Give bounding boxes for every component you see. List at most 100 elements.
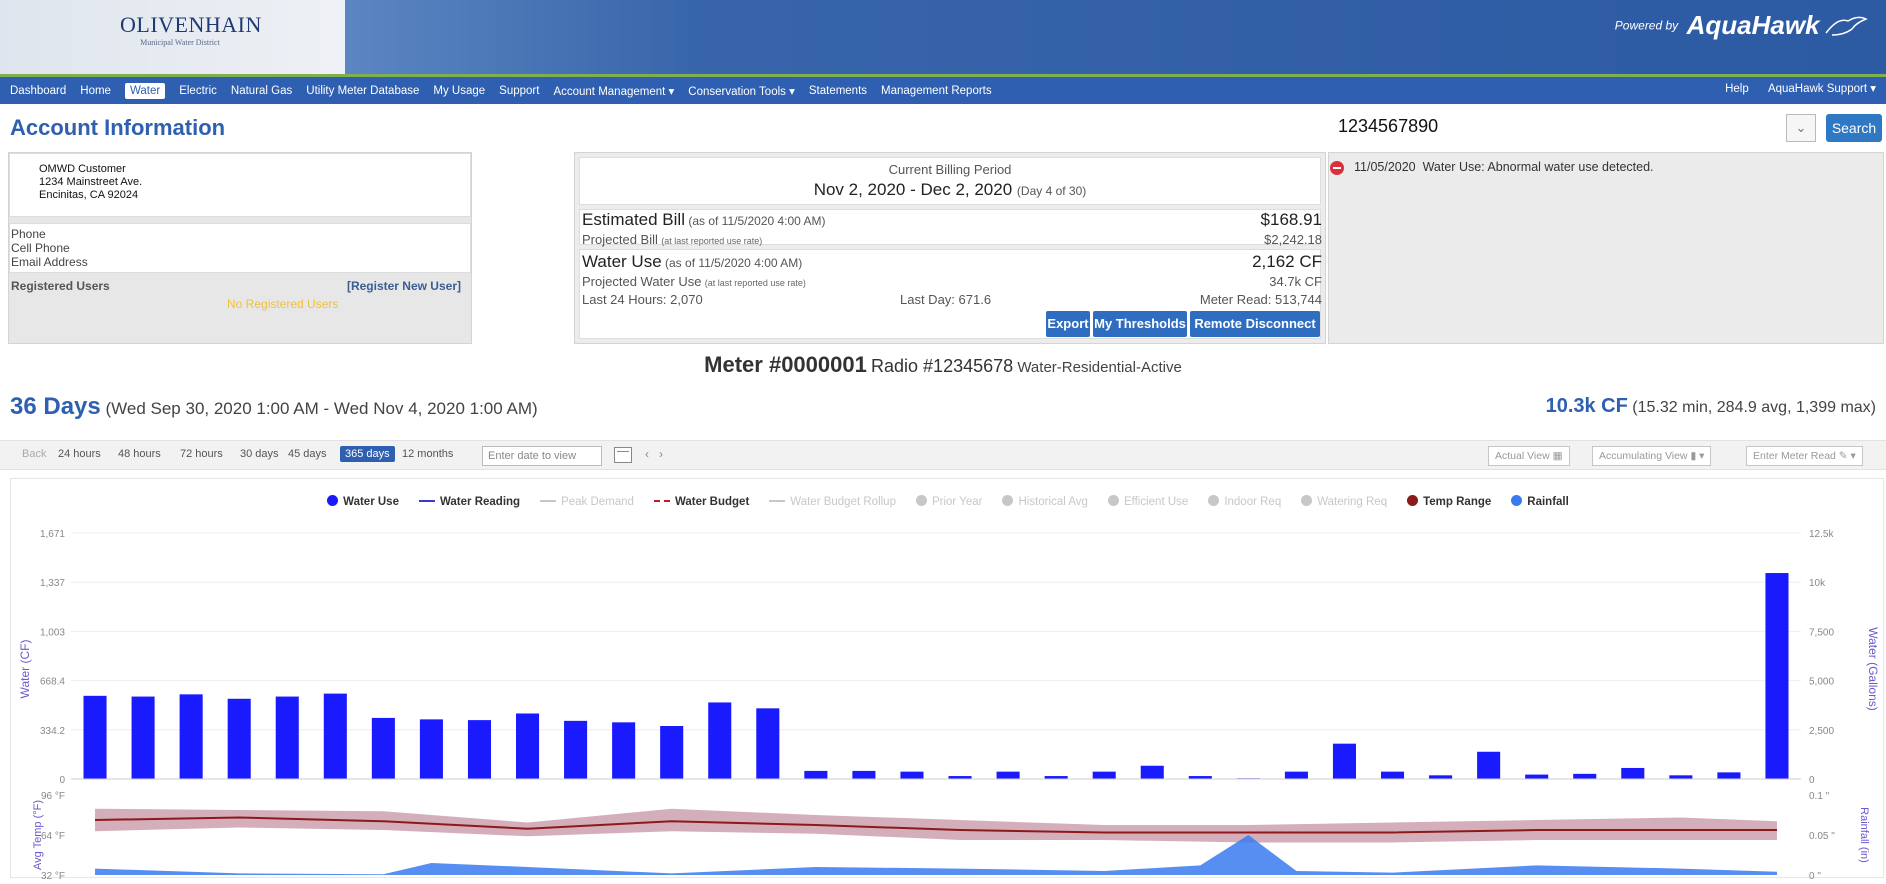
legend-water-budget[interactable]: Water Budget <box>653 496 749 508</box>
nav-item-home[interactable]: Home <box>80 85 111 97</box>
y2-tick-label: 5,000 <box>1809 677 1834 688</box>
water-use-bar <box>1092 771 1116 779</box>
radio-number: Radio #12345678 <box>871 356 1014 376</box>
period-365-days[interactable]: 365 days <box>340 446 395 462</box>
meter-number: Meter #0000001 <box>704 352 867 377</box>
account-dropdown[interactable]: ⌄ <box>1786 114 1816 142</box>
cell-phone-label: Cell Phone <box>11 241 70 255</box>
district-logo[interactable]: OLIVENHAIN Municipal Water District <box>120 12 261 52</box>
remote-disconnect-button[interactable]: Remote Disconnect <box>1190 311 1320 337</box>
water-use-bar <box>900 771 924 779</box>
period-30-days[interactable]: 30 days <box>240 448 279 460</box>
temp-range-band <box>95 808 1777 843</box>
chart-toolbar: Back 24 hours 48 hours 72 hours 30 days 45 d… <box>0 440 1886 470</box>
legend-label: Historical Avg <box>1018 496 1088 508</box>
water-use-value: 2,162 CF <box>1252 252 1322 271</box>
period-24-hours[interactable]: 24 hours <box>58 448 101 460</box>
nav-right: Help AquaHawk Support ▾ <box>1709 81 1876 95</box>
legend-dot-icon <box>1511 495 1523 506</box>
period-48-hours[interactable]: 48 hours <box>118 448 161 460</box>
nav-item-account-management[interactable]: Account Management ▾ <box>553 84 674 98</box>
alert-icon <box>1330 161 1344 175</box>
nav-item-my-usage[interactable]: My Usage <box>433 85 485 97</box>
water-use-value-row: 2,162 CF <box>1252 252 1322 272</box>
legend-line-icon <box>540 500 557 502</box>
help-link[interactable]: Help <box>1725 83 1749 95</box>
water-use-bar <box>1332 743 1357 779</box>
water-use-bar <box>1621 767 1645 779</box>
register-new-user-link[interactable]: [Register New User] <box>347 279 461 293</box>
legend-dot-icon <box>1407 495 1419 506</box>
date-nav-arrows[interactable]: ‹ › <box>645 447 663 461</box>
date-to-view-input[interactable]: Enter date to view <box>482 446 602 466</box>
calendar-icon[interactable] <box>614 447 632 463</box>
y-axis-label: Water (CF) <box>18 640 32 699</box>
temp-tick-label: 96 °F <box>41 791 65 802</box>
period-72-hours[interactable]: 72 hours <box>180 448 223 460</box>
legend-efficient-use[interactable]: Efficient Use <box>1107 495 1188 508</box>
water-use-bar <box>756 708 780 779</box>
usage-stats: (15.32 min, 284.9 avg, 1,399 max) <box>1632 399 1876 416</box>
nav-item-conservation-tools[interactable]: Conservation Tools ▾ <box>688 84 795 98</box>
legend-label: Watering Req <box>1317 496 1388 508</box>
legend-temp-range[interactable]: Temp Range <box>1407 495 1491 508</box>
estimated-bill-value-row: $168.91 <box>1261 210 1322 230</box>
search-button[interactable]: Search <box>1826 114 1882 142</box>
water-use-bar <box>612 722 636 779</box>
legend-dot-icon <box>327 495 339 506</box>
billing-period-label: Current Billing Period <box>888 162 1012 177</box>
aquahawk-support-menu[interactable]: AquaHawk Support ▾ <box>1768 83 1876 95</box>
water-use-bar <box>227 698 251 779</box>
legend-water-reading[interactable]: Water Reading <box>418 496 521 508</box>
water-use-bar <box>467 720 492 779</box>
rain-tick-label: 0.1 " <box>1809 791 1830 802</box>
water-use-bar <box>1380 771 1405 779</box>
period-45-days[interactable]: 45 days <box>288 448 327 460</box>
actual-view-button[interactable]: Actual View ▦ <box>1488 446 1570 466</box>
legend-peak-demand[interactable]: Peak Demand <box>540 496 634 508</box>
projected-bill-row: Projected Bill (at last reported use rat… <box>582 232 762 247</box>
nav-item-electric[interactable]: Electric <box>179 85 217 97</box>
legend-water-use[interactable]: Water Use <box>327 495 399 508</box>
export-button[interactable]: Export <box>1046 311 1090 337</box>
temp-tick-label: 64 °F <box>41 831 65 842</box>
logo-sub-text: Municipal Water District <box>140 38 220 47</box>
water-use-bar <box>323 693 347 779</box>
range-days: 36 Days <box>10 393 101 420</box>
account-number[interactable]: 1234567890 <box>1338 116 1438 137</box>
y-tick-label: 0 <box>59 775 65 786</box>
legend-historical-avg[interactable]: Historical Avg <box>1002 495 1088 508</box>
nav-item-statements[interactable]: Statements <box>809 85 867 97</box>
no-registered-users-text: No Registered Users <box>227 297 339 311</box>
nav-item-water[interactable]: Water <box>124 82 166 99</box>
nav-item-natural-gas[interactable]: Natural Gas <box>231 85 292 97</box>
total-usage: 10.3k CF <box>1545 395 1628 417</box>
legend-watering-req[interactable]: Watering Req <box>1301 495 1387 508</box>
my-thresholds-button[interactable]: My Thresholds <box>1093 311 1187 337</box>
nav-item-management-reports[interactable]: Management Reports <box>881 85 992 97</box>
legend-water-budget-rollup[interactable]: Water Budget Rollup <box>769 496 896 508</box>
projected-use-note: (at last reported use rate) <box>704 278 806 288</box>
legend-label: Water Reading <box>439 496 521 508</box>
legend-dot-icon <box>1107 495 1119 506</box>
legend-prior-year[interactable]: Prior Year <box>915 495 982 508</box>
nav-item-support[interactable]: Support <box>499 85 539 97</box>
alert-message: Water Use: Abnormal water use detected. <box>1422 160 1654 174</box>
legend-rainfall[interactable]: Rainfall <box>1511 495 1569 508</box>
nav-item-dashboard[interactable]: Dashboard <box>10 85 66 97</box>
enter-meter-read-button[interactable]: Enter Meter Read ✎ ▾ <box>1746 446 1863 466</box>
aquahawk-brand: Powered by AquaHawk <box>1615 10 1868 41</box>
accumulating-view-select[interactable]: Accumulating View ▮ ▾ <box>1592 446 1712 466</box>
nav-item-utility-meter-database[interactable]: Utility Meter Database <box>306 85 419 97</box>
legend-indoor-req[interactable]: Indoor Req <box>1208 495 1281 508</box>
alert-item[interactable]: 11/05/2020 Water Use: Abnormal water use… <box>1354 160 1654 174</box>
period-12-months[interactable]: 12 months <box>402 448 453 460</box>
last-24-hours: Last 24 Hours: 2,070 <box>582 292 703 307</box>
y-tick-label: 334.2 <box>40 726 65 737</box>
meter-info: Meter #0000001 Radio #12345678 Water-Res… <box>0 352 1886 378</box>
legend-dot-icon <box>1002 495 1014 506</box>
back-button[interactable]: Back <box>22 448 46 460</box>
water-use-bar <box>179 694 203 779</box>
phone-label: Phone <box>11 227 46 241</box>
y-tick-label: 1,003 <box>40 627 65 638</box>
